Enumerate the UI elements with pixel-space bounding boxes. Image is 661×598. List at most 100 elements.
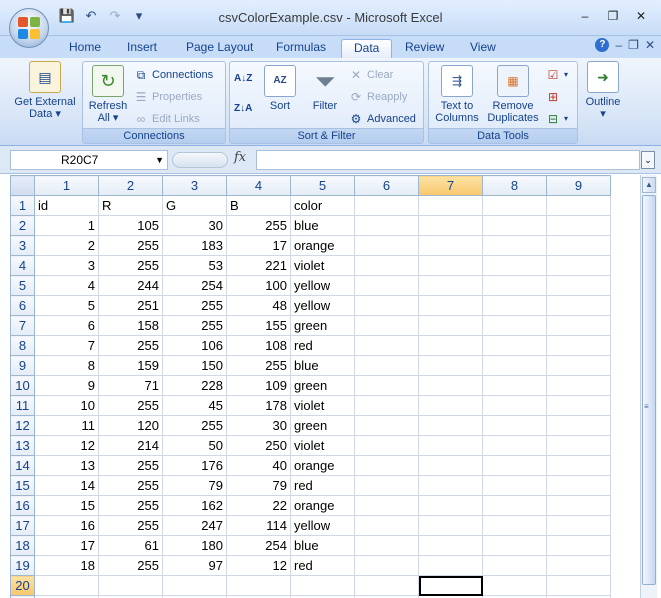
cell-r13-c9[interactable] xyxy=(546,435,611,456)
cell-r12-c7[interactable] xyxy=(418,415,483,436)
cell-r20-c8[interactable] xyxy=(482,575,547,596)
cell-r5-c4[interactable]: 100 xyxy=(226,275,291,296)
cell-r11-c8[interactable] xyxy=(482,395,547,416)
cell-r14-c4[interactable]: 40 xyxy=(226,455,291,476)
data-validation-button[interactable]: ☑ ▾ xyxy=(545,66,568,84)
sort-button[interactable]: AZ Sort xyxy=(260,65,300,112)
row-header-8[interactable]: 8 xyxy=(10,335,35,356)
cell-r1-c2[interactable]: R xyxy=(98,195,163,216)
cell-r20-c7[interactable] xyxy=(418,575,483,596)
name-box[interactable]: R20C7 ▼ xyxy=(10,150,168,170)
what-if-analysis-button[interactable]: ⊟ ▾ xyxy=(545,110,568,128)
tab-view[interactable]: View xyxy=(458,39,508,58)
ribbon-restore-button[interactable]: ❐ xyxy=(628,38,639,52)
reapply-button[interactable]: ⟳ Reapply xyxy=(348,88,407,106)
cell-r2-c2[interactable]: 105 xyxy=(98,215,163,236)
cell-r16-c3[interactable]: 162 xyxy=(162,495,227,516)
cell-r10-c8[interactable] xyxy=(482,375,547,396)
cell-r11-c6[interactable] xyxy=(354,395,419,416)
cell-r19-c8[interactable] xyxy=(482,555,547,576)
cell-r20-c2[interactable] xyxy=(98,575,163,596)
cell-r15-c9[interactable] xyxy=(546,475,611,496)
cell-r14-c6[interactable] xyxy=(354,455,419,476)
office-button[interactable] xyxy=(9,8,49,48)
expand-formula-bar-icon[interactable]: ⌄ xyxy=(641,151,655,169)
cell-r19-c5[interactable]: red xyxy=(290,555,355,576)
cell-r4-c7[interactable] xyxy=(418,255,483,276)
cell-r13-c5[interactable]: violet xyxy=(290,435,355,456)
cell-r8-c9[interactable] xyxy=(546,335,611,356)
cell-r12-c2[interactable]: 120 xyxy=(98,415,163,436)
cell-r8-c3[interactable]: 106 xyxy=(162,335,227,356)
cell-r17-c6[interactable] xyxy=(354,515,419,536)
tab-data[interactable]: Data xyxy=(341,39,393,58)
column-header-1[interactable]: 1 xyxy=(34,175,99,196)
cell-r7-c5[interactable]: green xyxy=(290,315,355,336)
cell-r2-c7[interactable] xyxy=(418,215,483,236)
cell-r18-c1[interactable]: 17 xyxy=(34,535,99,556)
cell-r13-c6[interactable] xyxy=(354,435,419,456)
cell-r14-c5[interactable]: orange xyxy=(290,455,355,476)
cell-r7-c9[interactable] xyxy=(546,315,611,336)
cell-r11-c7[interactable] xyxy=(418,395,483,416)
cell-r2-c9[interactable] xyxy=(546,215,611,236)
cell-r1-c1[interactable]: id xyxy=(34,195,99,216)
cell-r13-c2[interactable]: 214 xyxy=(98,435,163,456)
cell-r17-c9[interactable] xyxy=(546,515,611,536)
cell-r14-c9[interactable] xyxy=(546,455,611,476)
sort-z-a-button[interactable]: Z↓A xyxy=(234,100,252,118)
cell-r15-c2[interactable]: 255 xyxy=(98,475,163,496)
ribbon-minimize-button[interactable]: – xyxy=(615,38,622,52)
sort-a-z-button[interactable]: A↓Z xyxy=(234,70,252,88)
cell-r17-c7[interactable] xyxy=(418,515,483,536)
cell-r15-c7[interactable] xyxy=(418,475,483,496)
get-external-data-button[interactable]: ▤ Get External Data ▾ xyxy=(10,61,80,120)
cell-r19-c4[interactable]: 12 xyxy=(226,555,291,576)
cell-r12-c6[interactable] xyxy=(354,415,419,436)
row-header-12[interactable]: 12 xyxy=(10,415,35,436)
cell-r19-c2[interactable]: 255 xyxy=(98,555,163,576)
cell-r6-c1[interactable]: 5 xyxy=(34,295,99,316)
cell-r3-c3[interactable]: 183 xyxy=(162,235,227,256)
cell-r10-c2[interactable]: 71 xyxy=(98,375,163,396)
column-header-5[interactable]: 5 xyxy=(290,175,355,196)
cell-r9-c1[interactable]: 8 xyxy=(34,355,99,376)
cell-r14-c7[interactable] xyxy=(418,455,483,476)
close-button[interactable]: ✕ xyxy=(629,6,653,26)
cell-r17-c2[interactable]: 255 xyxy=(98,515,163,536)
cell-r1-c6[interactable] xyxy=(354,195,419,216)
cell-r16-c9[interactable] xyxy=(546,495,611,516)
cell-r9-c5[interactable]: blue xyxy=(290,355,355,376)
cell-r18-c2[interactable]: 61 xyxy=(98,535,163,556)
column-header-7[interactable]: 7 xyxy=(418,175,483,196)
formula-input[interactable] xyxy=(256,150,640,170)
cell-r11-c5[interactable]: violet xyxy=(290,395,355,416)
cell-r4-c5[interactable]: violet xyxy=(290,255,355,276)
cell-r4-c3[interactable]: 53 xyxy=(162,255,227,276)
cell-r18-c5[interactable]: blue xyxy=(290,535,355,556)
filter-button[interactable]: ⏷ Filter xyxy=(304,65,346,112)
cell-r16-c6[interactable] xyxy=(354,495,419,516)
cell-r14-c1[interactable]: 13 xyxy=(34,455,99,476)
cell-r2-c5[interactable]: blue xyxy=(290,215,355,236)
cell-r2-c6[interactable] xyxy=(354,215,419,236)
row-header-18[interactable]: 18 xyxy=(10,535,35,556)
cell-r1-c4[interactable]: B xyxy=(226,195,291,216)
cell-r9-c6[interactable] xyxy=(354,355,419,376)
connections-button[interactable]: ⧉ Connections xyxy=(133,66,213,84)
cell-r9-c2[interactable]: 159 xyxy=(98,355,163,376)
cell-r10-c6[interactable] xyxy=(354,375,419,396)
row-header-20[interactable]: 20 xyxy=(10,575,35,596)
cell-r17-c1[interactable]: 16 xyxy=(34,515,99,536)
cell-r8-c2[interactable]: 255 xyxy=(98,335,163,356)
clear-filter-button[interactable]: ✕ Clear xyxy=(348,66,393,84)
cell-r16-c1[interactable]: 15 xyxy=(34,495,99,516)
select-all-corner[interactable] xyxy=(10,175,35,196)
row-header-4[interactable]: 4 xyxy=(10,255,35,276)
cell-r17-c8[interactable] xyxy=(482,515,547,536)
cell-r5-c9[interactable] xyxy=(546,275,611,296)
cell-r5-c5[interactable]: yellow xyxy=(290,275,355,296)
cell-r18-c9[interactable] xyxy=(546,535,611,556)
cell-r9-c4[interactable]: 255 xyxy=(226,355,291,376)
tab-formulas[interactable]: Formulas xyxy=(264,39,338,58)
